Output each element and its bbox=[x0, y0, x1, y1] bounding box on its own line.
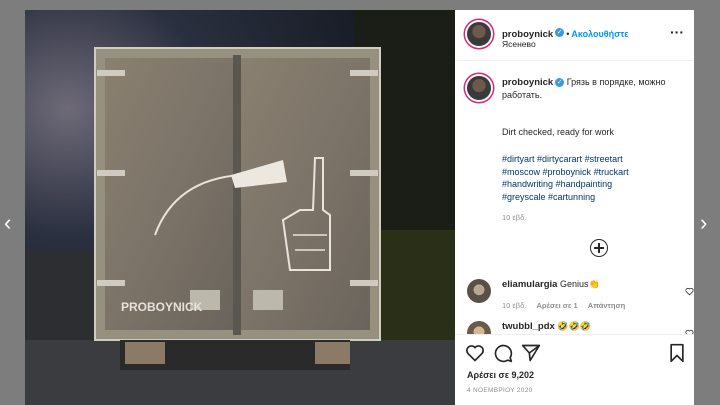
comment-likes-link[interactable]: Αρέσει σε 1 bbox=[536, 301, 577, 310]
hashtag[interactable]: #proboynick bbox=[543, 167, 592, 177]
heart-icon[interactable] bbox=[465, 343, 485, 363]
hashtag[interactable]: #greyscale bbox=[502, 192, 546, 202]
hashtag[interactable]: #dirtyart bbox=[502, 154, 535, 164]
more-options-icon[interactable]: ··· bbox=[670, 24, 684, 40]
hashtag[interactable]: #handpainting bbox=[556, 179, 613, 189]
post-actions: Αρέσει σε 9,202 4 ΝΟΕΜΒΡΙΟΥ 2020 bbox=[455, 334, 694, 405]
previous-post-button[interactable]: ‹ bbox=[4, 212, 20, 234]
bookmark-icon[interactable] bbox=[667, 343, 687, 363]
comment-item: eliamulargia Genius👏 10 εβδ. Αρέσει σε 1… bbox=[455, 275, 694, 315]
post-modal: PROBOYNICK proboynick ✓ • Ακολουθήστε Ясене… bbox=[25, 10, 694, 405]
post-sidebar: proboynick ✓ • Ακολουθήστε Ясенево ··· prob… bbox=[455, 10, 694, 405]
share-icon[interactable] bbox=[521, 343, 541, 363]
post-header: proboynick ✓ • Ακολουθήστε Ясенево ··· bbox=[455, 10, 694, 61]
caption-text-en: Dirt checked, ready for work bbox=[502, 127, 615, 137]
comment-timestamp: 10 εβδ. bbox=[502, 301, 527, 310]
reply-button[interactable]: Απάντηση bbox=[588, 301, 625, 310]
hashtag-list: #dirtyart #dirtycarart #streetart #mosco… bbox=[502, 153, 682, 203]
avatar[interactable] bbox=[467, 22, 491, 46]
comment-avatar[interactable] bbox=[467, 279, 491, 303]
comment-item: twubbl_pdx 🤣🤣🤣 bbox=[455, 317, 694, 334]
post-photo: PROBOYNICK bbox=[25, 10, 455, 405]
hashtag[interactable]: #moscow bbox=[502, 167, 540, 177]
comment-icon[interactable] bbox=[493, 343, 513, 363]
comments-area[interactable]: proboynick ✓ Грязь в порядке, можно работ… bbox=[455, 61, 694, 334]
comment-username[interactable]: twubbl_pdx bbox=[502, 321, 555, 332]
comment-body: twubbl_pdx 🤣🤣🤣 bbox=[502, 321, 672, 332]
truck-dirt-art-image: PROBOYNICK bbox=[25, 10, 455, 405]
heart-icon[interactable] bbox=[685, 287, 694, 296]
chevron-right-icon: › bbox=[700, 210, 708, 235]
follow-button[interactable]: Ακολουθήστε bbox=[571, 29, 628, 39]
truck-signature-text: PROBOYNICK bbox=[121, 300, 203, 314]
hashtag[interactable]: #handwriting bbox=[502, 179, 553, 189]
verified-badge-icon: ✓ bbox=[555, 78, 565, 88]
caption-avatar[interactable] bbox=[467, 76, 491, 100]
hashtag[interactable]: #cartunning bbox=[548, 192, 595, 202]
caption-username[interactable]: proboynick bbox=[502, 77, 553, 88]
comment-avatar[interactable] bbox=[467, 321, 491, 334]
comment-text: Genius👏 bbox=[559, 279, 600, 289]
post-date: 4 ΝΟΕΜΒΡΙΟΥ 2020 bbox=[467, 387, 533, 394]
comment-username[interactable]: eliamulargia bbox=[502, 279, 557, 290]
caption-timestamp: 10 εβδ. bbox=[502, 213, 527, 222]
hashtag[interactable]: #streetart bbox=[585, 154, 623, 164]
next-post-button[interactable]: › bbox=[700, 212, 716, 234]
comment-meta: 10 εβδ. Αρέσει σε 1 Απάντηση bbox=[502, 301, 633, 310]
chevron-left-icon: ‹ bbox=[4, 210, 12, 235]
hashtag[interactable]: #dirtycarart bbox=[537, 154, 582, 164]
separator-dot: • bbox=[566, 29, 570, 39]
likes-count[interactable]: Αρέσει σε 9,202 bbox=[467, 370, 534, 380]
comment-text: 🤣🤣🤣 bbox=[557, 321, 591, 331]
plus-circle-icon[interactable] bbox=[590, 239, 608, 257]
comment-body: eliamulargia Genius👏 bbox=[502, 279, 672, 290]
verified-badge-icon: ✓ bbox=[555, 28, 565, 38]
caption: proboynick ✓ Грязь в порядке, можно работ… bbox=[502, 76, 682, 101]
location-link[interactable]: Ясенево bbox=[502, 39, 536, 49]
hashtag[interactable]: #truckart bbox=[594, 167, 629, 177]
